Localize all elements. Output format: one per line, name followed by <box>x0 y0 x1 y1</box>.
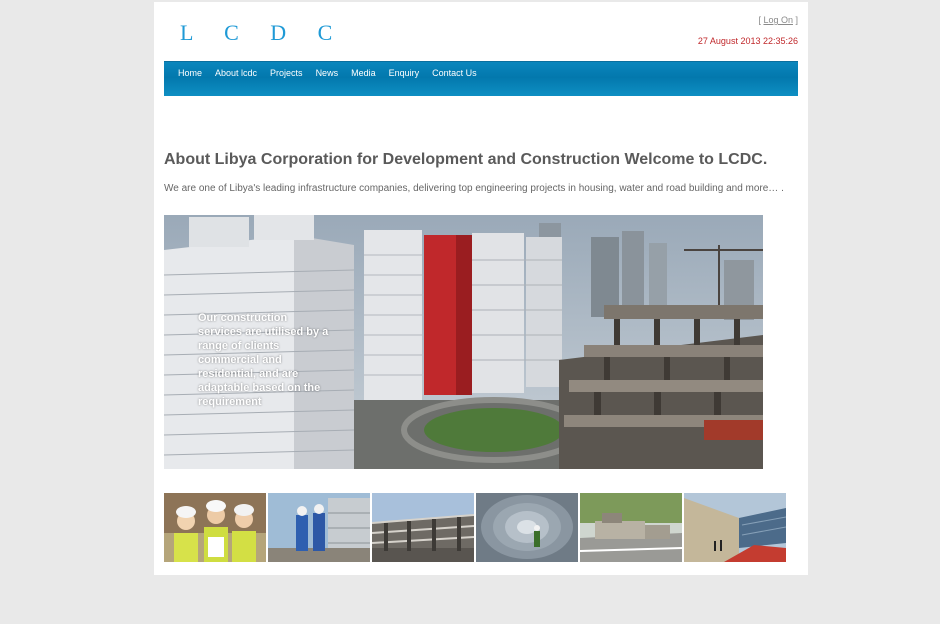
logon-bracket-close: ] <box>792 15 798 25</box>
thumbnail-road-paving[interactable] <box>580 493 682 562</box>
current-datetime: 27 August 2013 22:35:26 <box>697 36 798 46</box>
thumbnail-tunnel[interactable] <box>476 493 578 562</box>
thumbnail-stadium-structure[interactable] <box>372 493 474 562</box>
logon-link[interactable]: Log On <box>763 15 793 25</box>
nav-contact[interactable]: Contact Us <box>432 62 490 84</box>
intro-text: We are one of Libya's leading infrastruc… <box>164 183 784 194</box>
hero-banner: Our construction services are utilised b… <box>164 215 763 469</box>
nav-media[interactable]: Media <box>351 62 389 84</box>
page-container: L C D C [ Log On ] 27 August 2013 22:35:… <box>154 2 808 575</box>
thumbnail-strip <box>164 493 786 562</box>
thumbnail-workers-hardhats[interactable] <box>164 493 266 562</box>
nav-about[interactable]: About lcdc <box>215 62 270 84</box>
thumbnail-modern-building[interactable] <box>684 493 786 562</box>
page-heading: About Libya Corporation for Development … <box>164 151 768 168</box>
hero-caption: Our construction services are utilised b… <box>198 312 329 408</box>
nav-enquiry[interactable]: Enquiry <box>389 62 433 84</box>
main-navigation: Home About lcdc Projects News Media Enqu… <box>164 61 798 96</box>
site-logo[interactable]: L C D C <box>180 20 345 46</box>
nav-home[interactable]: Home <box>178 62 215 84</box>
thumbnail-workers-site[interactable] <box>268 493 370 562</box>
nav-projects[interactable]: Projects <box>270 62 316 84</box>
logon-area: [ Log On ] <box>758 15 798 25</box>
nav-news[interactable]: News <box>316 62 352 84</box>
